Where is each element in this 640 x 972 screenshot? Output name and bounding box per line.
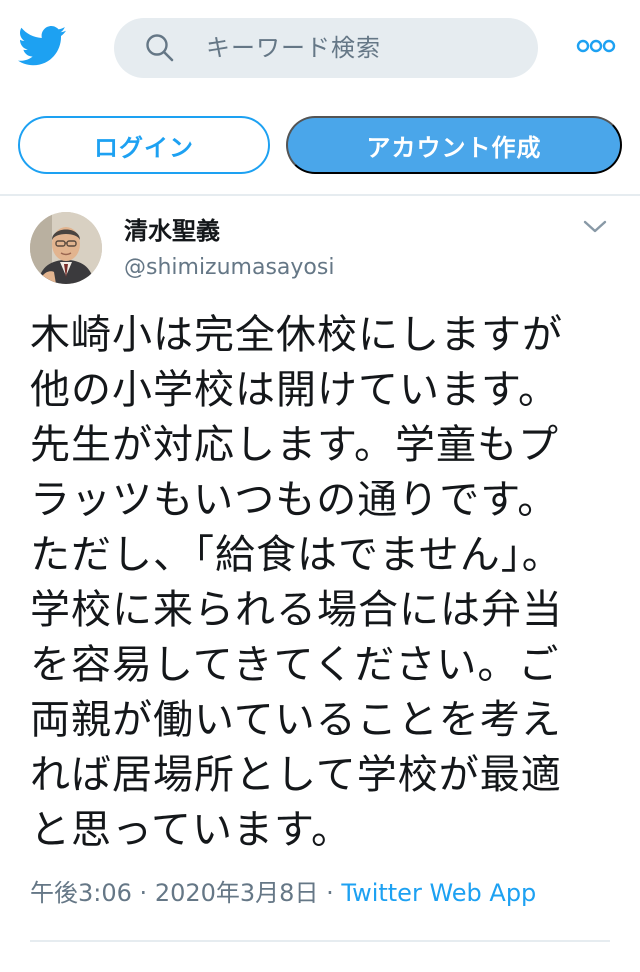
tweet-meta: 午後3:06 · 2020年3月8日 · Twitter Web App [30, 878, 536, 908]
tweet-source-link[interactable]: Twitter Web App [341, 879, 536, 907]
search-placeholder: キーワード検索 [206, 34, 381, 62]
twitter-bird-icon[interactable] [18, 26, 66, 66]
tweet-text: 木崎小は完全休校にしますが他の小学校は開けています。先生が対応します。学童もプラ… [30, 312, 563, 853]
more-dots-icon[interactable] [576, 36, 616, 56]
avatar-portrait-icon [30, 212, 102, 284]
login-button[interactable]: ログイン [18, 116, 270, 174]
tweet-divider [30, 940, 610, 942]
chevron-down-icon[interactable] [582, 218, 608, 236]
meta-separator: · [139, 879, 148, 907]
avatar[interactable] [30, 212, 102, 284]
search-field[interactable]: キーワード検索 [114, 18, 538, 78]
meta-separator-2: · [326, 879, 334, 907]
tweet-date[interactable]: 2020年3月8日 [155, 879, 319, 907]
tweet: 清水聖義 @shimizumasayosi 木崎小は完全休校にしますが他の小学校… [0, 196, 640, 972]
tweet-time[interactable]: 午後3:06 [30, 879, 132, 907]
author-handle[interactable]: @shimizumasayosi [124, 254, 334, 282]
signup-button[interactable]: アカウント作成 [286, 116, 622, 174]
top-bar: キーワード検索 [0, 0, 640, 96]
author-name[interactable]: 清水聖義 [124, 216, 220, 246]
search-icon [146, 34, 174, 62]
auth-buttons: ログイン アカウント作成 [0, 116, 640, 178]
